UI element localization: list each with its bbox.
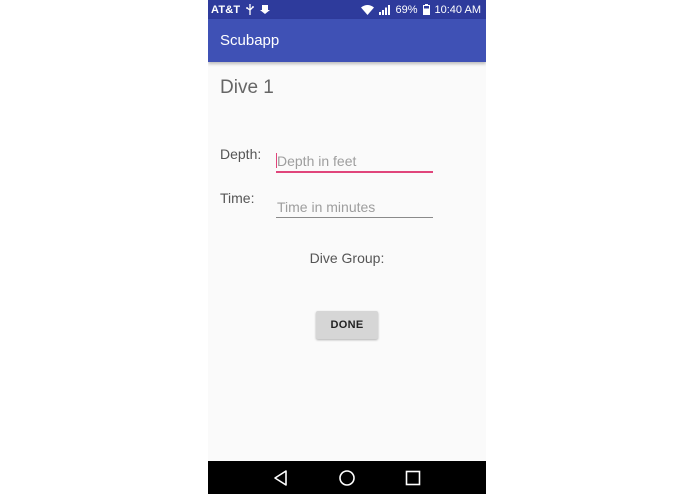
depth-label: Depth:: [220, 146, 262, 162]
phone-screen: AT&T 69% 10:40 AM Scubapp Dive 1 Depth: …: [208, 0, 486, 494]
usb-icon: [245, 4, 255, 15]
battery-icon: [422, 4, 430, 15]
battery-percent: 69%: [395, 3, 418, 16]
app-title: Scubapp: [220, 32, 280, 49]
home-icon[interactable]: [335, 466, 359, 490]
app-bar: Scubapp: [208, 19, 486, 62]
download-icon: [260, 4, 271, 15]
dive-group-label: Dive Group:: [309, 250, 385, 266]
back-icon[interactable]: [269, 466, 293, 490]
navigation-bar: [208, 461, 486, 494]
signal-icon: [379, 4, 391, 15]
time-label: Time:: [220, 190, 255, 206]
status-bar: AT&T 69% 10:40 AM: [208, 0, 486, 19]
time-input[interactable]: [276, 196, 433, 218]
done-button[interactable]: DONE: [316, 311, 378, 339]
carrier-name: AT&T: [211, 3, 241, 16]
wifi-icon: [361, 4, 375, 15]
text-cursor: [276, 153, 277, 168]
recents-icon[interactable]: [401, 466, 425, 490]
dive-heading: Dive 1: [220, 77, 274, 98]
depth-input[interactable]: [276, 151, 433, 173]
clock: 10:40 AM: [434, 3, 481, 16]
